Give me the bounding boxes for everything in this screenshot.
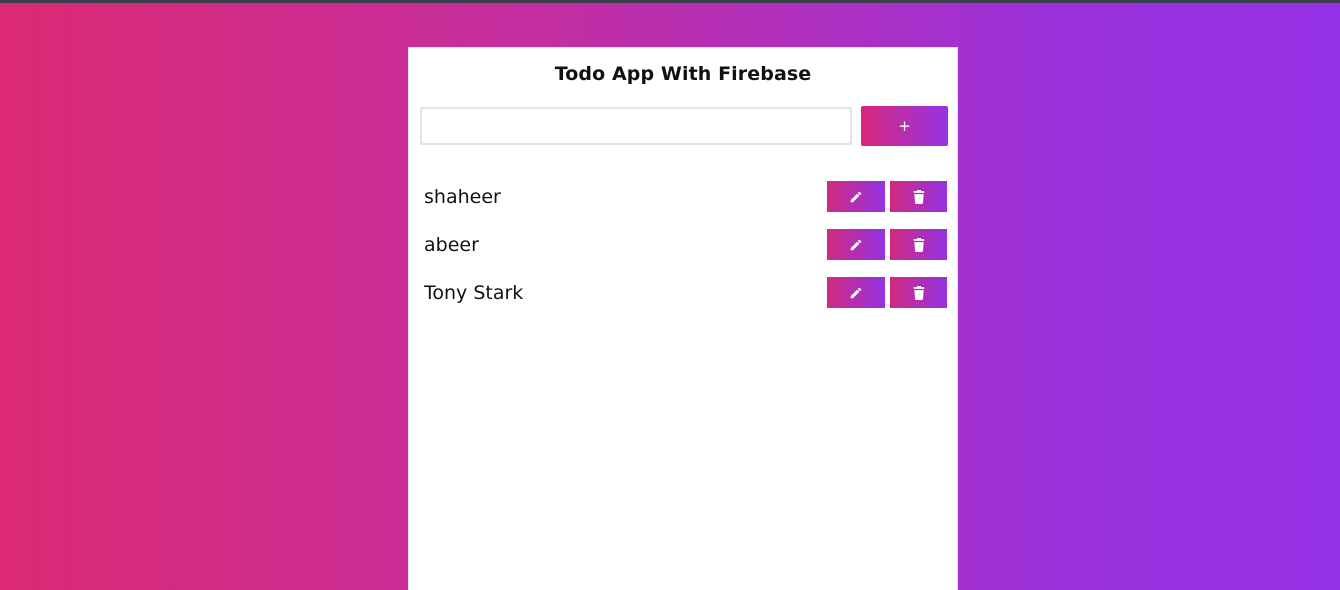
todo-input[interactable] [420, 107, 852, 145]
edit-button[interactable] [827, 229, 885, 260]
edit-button[interactable] [827, 277, 885, 308]
pencil-icon [849, 286, 863, 300]
delete-button[interactable] [890, 229, 947, 260]
todo-list: shaheer abeer Tony Stark [409, 181, 957, 325]
edit-button[interactable] [827, 181, 885, 212]
todo-text: shaheer [424, 186, 501, 208]
trash-icon [913, 237, 925, 252]
pencil-icon [849, 190, 863, 204]
add-todo-button[interactable]: + [861, 106, 948, 146]
list-item: Tony Stark [409, 277, 957, 325]
todo-text: Tony Stark [424, 282, 524, 304]
delete-button[interactable] [890, 277, 947, 308]
list-item: shaheer [409, 181, 957, 229]
trash-icon [913, 285, 925, 300]
trash-icon [913, 189, 925, 204]
pencil-icon [849, 238, 863, 252]
list-item: abeer [409, 229, 957, 277]
todo-text: abeer [424, 234, 479, 256]
delete-button[interactable] [890, 181, 947, 212]
todo-card: Todo App With Firebase + shaheer abeer T… [408, 47, 958, 590]
browser-top-edge [0, 0, 1340, 3]
app-title: Todo App With Firebase [554, 63, 812, 85]
